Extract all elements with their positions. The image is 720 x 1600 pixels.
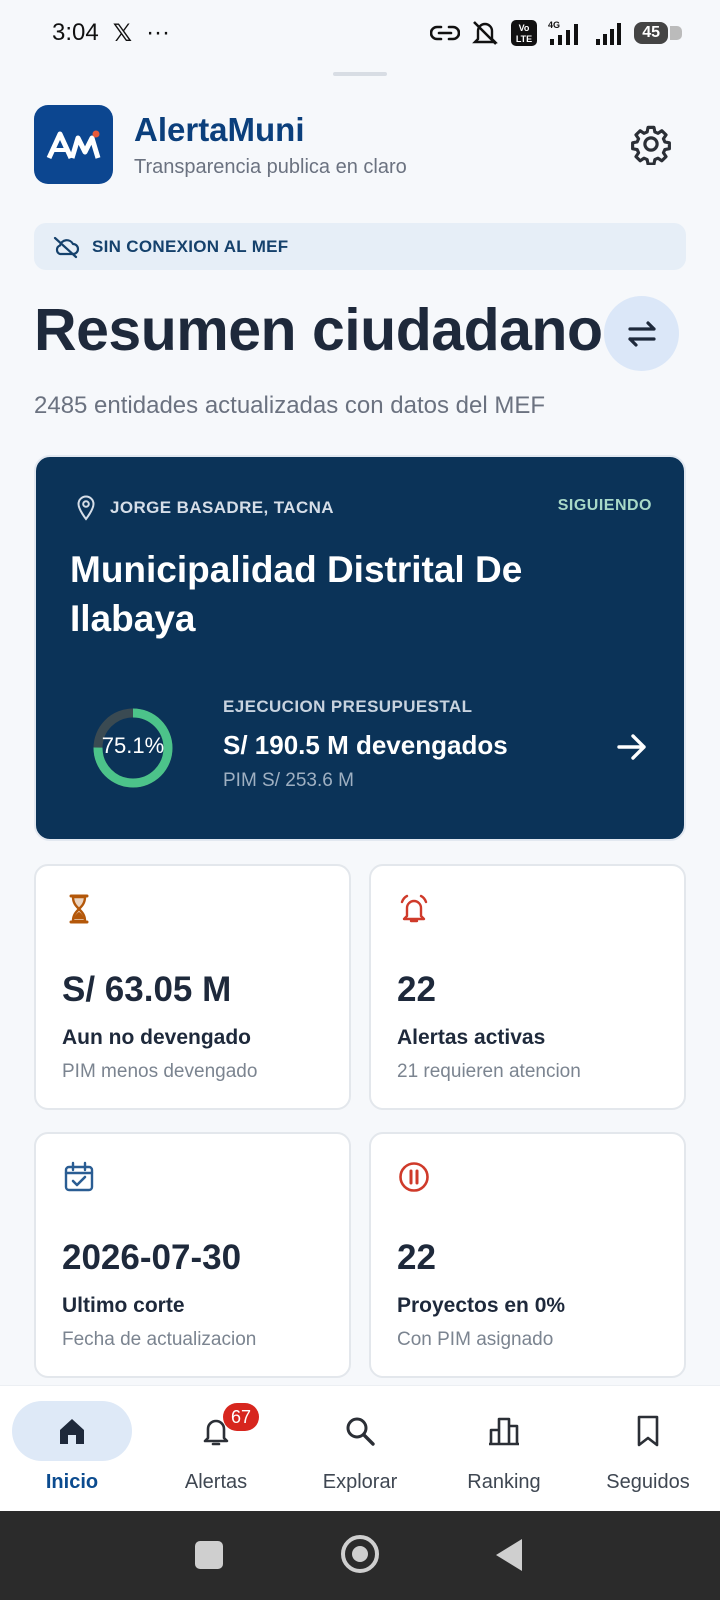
nav-label: Seguidos <box>606 1471 690 1493</box>
recents-button[interactable] <box>195 1541 223 1569</box>
offline-banner: SIN CONEXION AL MEF <box>34 223 686 270</box>
hourglass-icon <box>69 894 89 924</box>
nav-label: Ranking <box>467 1471 541 1493</box>
app-subtitle: Transparencia publica en claro <box>134 156 407 178</box>
alerts-badge: 67 <box>223 1403 259 1431</box>
entity-location: JORGE BASADRE, TACNA <box>76 495 334 521</box>
stat-card-zero-projects[interactable]: 22 Proyectos en 0% Con PIM asignado <box>369 1132 686 1378</box>
stat-value: S/ 63.05 M <box>62 970 232 1009</box>
bottom-navigation: Inicio 67 Alertas Explorar Ranking Segui… <box>0 1385 720 1511</box>
stat-label: Alertas activas <box>397 1026 546 1049</box>
back-button[interactable] <box>496 1539 522 1571</box>
location-text: JORGE BASADRE, TACNA <box>110 498 334 517</box>
stat-card-active-alerts[interactable]: 22 Alertas activas 21 requieren atencion <box>369 864 686 1110</box>
nav-item-ranking[interactable]: Ranking <box>432 1386 576 1512</box>
nav-item-alertas[interactable]: 67 Alertas <box>144 1386 288 1512</box>
search-icon <box>346 1417 375 1446</box>
stat-description: Con PIM asignado <box>397 1329 554 1350</box>
settings-gear-icon[interactable] <box>630 123 672 165</box>
signal-icon <box>596 23 622 45</box>
status-bar: 3:04 𝕏 ··· Vo LTE 4G 45 <box>0 0 720 66</box>
bookmark-icon <box>637 1415 659 1447</box>
muted-bell-icon <box>472 21 499 45</box>
nav-item-inicio[interactable]: Inicio <box>0 1386 144 1512</box>
battery-indicator: 45 <box>634 22 682 44</box>
followed-entity-card[interactable]: JORGE BASADRE, TACNA SIGUIENDO Municipal… <box>34 455 686 841</box>
nav-label: Inicio <box>45 1471 99 1493</box>
link-icon <box>430 25 461 41</box>
volte-icon: VoLTE <box>511 20 538 46</box>
nav-label: Explorar <box>322 1471 398 1493</box>
app-title: AlertaMuni <box>134 111 305 148</box>
status-left: 3:04 𝕏 ··· <box>52 19 170 48</box>
offline-text: SIN CONEXION AL MEF <box>92 236 289 256</box>
status-time: 3:04 <box>52 19 99 46</box>
page-subtitle: 2485 entidades actualizadas con datos de… <box>34 392 545 419</box>
signal-4g-icon: 4G <box>548 20 579 45</box>
home-button[interactable] <box>341 1535 379 1573</box>
nav-item-explorar[interactable]: Explorar <box>288 1386 432 1512</box>
stat-card-not-accrued[interactable]: S/ 63.05 M Aun no devengado PIM menos de… <box>34 864 351 1110</box>
stat-label: Aun no devengado <box>62 1026 251 1049</box>
location-pin-icon <box>77 495 95 521</box>
app-bar: AlertaMuni Transparencia publica en clar… <box>34 105 686 185</box>
nav-label: Alertas <box>184 1471 248 1493</box>
cloud-off-icon <box>53 236 80 258</box>
stat-value: 22 <box>397 970 436 1009</box>
page-title: Resumen ciudadano <box>34 297 603 363</box>
status-right: Vo LTE 4G 45 <box>430 19 682 47</box>
more-notifications-icon: ··· <box>146 19 171 46</box>
system-navigation-bar <box>0 1511 720 1600</box>
swap-arrows-icon <box>627 320 656 347</box>
stat-card-last-cut[interactable]: 2026-07-30 Ultimo corte Fecha de actuali… <box>34 1132 351 1378</box>
svg-text:4G: 4G <box>548 20 560 30</box>
nav-item-seguidos[interactable]: Seguidos <box>576 1386 720 1512</box>
alarm-bell-icon <box>400 894 428 923</box>
switch-entity-button[interactable] <box>604 296 679 371</box>
drag-handle <box>333 72 387 76</box>
pause-circle-icon <box>399 1162 429 1192</box>
stat-description: PIM menos devengado <box>62 1061 258 1082</box>
svg-text:Vo: Vo <box>519 23 530 33</box>
execution-label: EJECUCION PRESUPUESTAL <box>223 697 473 716</box>
municipality-name: Municipalidad Distrital De Ilabaya <box>70 549 523 639</box>
stat-label: Ultimo corte <box>62 1294 185 1317</box>
home-icon <box>60 1419 84 1444</box>
arrow-right-icon[interactable] <box>614 729 650 765</box>
svg-text:LTE: LTE <box>516 34 532 44</box>
x-app-icon: 𝕏 <box>112 19 133 47</box>
stat-label: Proyectos en 0% <box>397 1294 566 1317</box>
execution-percent: 75.1% <box>101 733 165 758</box>
stat-description: Fecha de actualizacion <box>62 1329 257 1350</box>
execution-value: S/ 190.5 M devengados <box>223 730 508 760</box>
calendar-check-icon <box>64 1161 94 1192</box>
stat-value: 2026-07-30 <box>62 1238 242 1277</box>
stat-value: 22 <box>397 1238 436 1277</box>
pim-value: PIM S/ 253.6 M <box>223 770 354 791</box>
bar-chart-icon <box>489 1417 519 1446</box>
app-logo <box>34 105 113 184</box>
follow-status[interactable]: SIGUIENDO <box>558 497 652 515</box>
stat-description: 21 requieren atencion <box>397 1061 581 1082</box>
